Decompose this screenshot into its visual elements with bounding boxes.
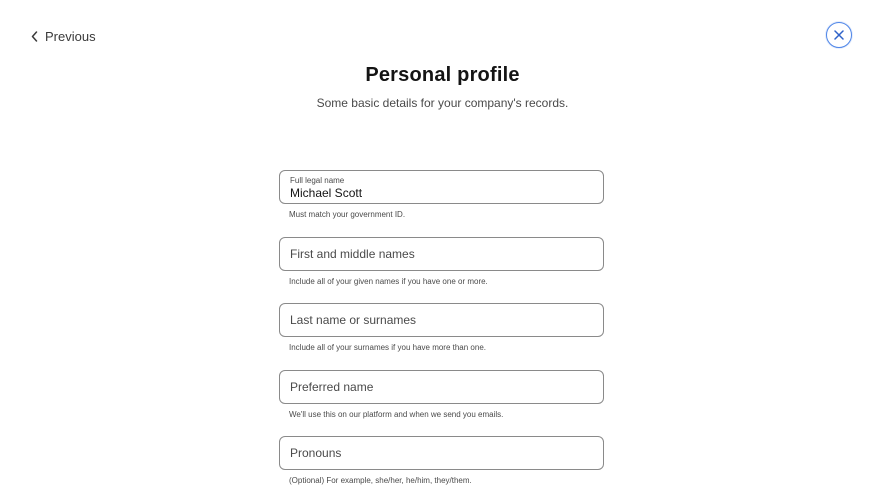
pronouns-input[interactable]: Pronouns — [279, 436, 604, 470]
full-legal-name-field: Full legal name Michael Scott Must match… — [279, 170, 604, 219]
preferred-name-field: Preferred name We'll use this on our pla… — [279, 370, 604, 419]
personal-profile-page: Previous Personal profile Some basic det… — [0, 0, 885, 502]
last-name-placeholder: Last name or surnames — [290, 313, 417, 327]
first-middle-names-field: First and middle names Include all of yo… — [279, 237, 604, 286]
full-legal-name-value: Michael Scott — [290, 186, 363, 200]
full-legal-name-label: Full legal name — [290, 176, 345, 185]
previous-button[interactable]: Previous — [31, 27, 96, 45]
previous-label: Previous — [45, 28, 96, 44]
last-name-input[interactable]: Last name or surnames — [279, 303, 604, 337]
preferred-name-help: We'll use this on our platform and when … — [289, 410, 504, 419]
pronouns-field: Pronouns (Optional) For example, she/her… — [279, 436, 604, 485]
last-name-field: Last name or surnames Include all of you… — [279, 303, 604, 352]
pronouns-placeholder: Pronouns — [290, 446, 342, 460]
close-button[interactable] — [826, 22, 852, 48]
page-subtitle: Some basic details for your company's re… — [316, 96, 569, 110]
close-icon — [834, 30, 844, 40]
last-name-help: Include all of your surnames if you have… — [289, 343, 486, 352]
chevron-left-icon — [31, 30, 39, 42]
full-legal-name-help: Must match your government ID. — [289, 210, 406, 219]
first-middle-names-placeholder: First and middle names — [290, 247, 415, 261]
page-title: Personal profile — [365, 64, 520, 86]
full-legal-name-input[interactable]: Full legal name Michael Scott — [279, 170, 604, 204]
first-middle-names-input[interactable]: First and middle names — [279, 237, 604, 271]
first-middle-names-help: Include all of your given names if you h… — [289, 277, 488, 286]
pronouns-help: (Optional) For example, she/her, he/him,… — [289, 476, 472, 485]
preferred-name-input[interactable]: Preferred name — [279, 370, 604, 404]
preferred-name-placeholder: Preferred name — [290, 380, 374, 394]
